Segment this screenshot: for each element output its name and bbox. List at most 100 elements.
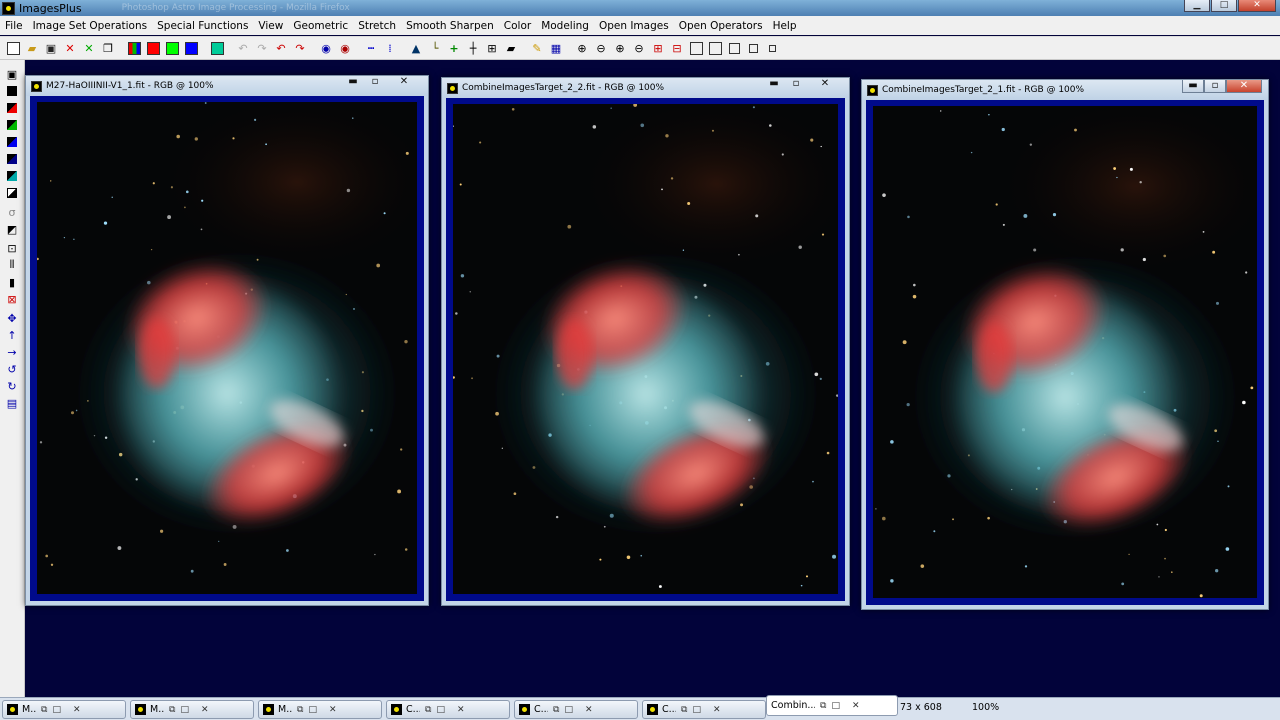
nebula-image[interactable] — [873, 106, 1257, 598]
levels-icon[interactable]: ⫴ — [4, 257, 20, 273]
restore-icon[interactable]: ⧉ — [41, 705, 47, 715]
image-minimize-button[interactable]: ▬ — [342, 76, 364, 89]
minimize-image-icon[interactable]: ⊟ — [668, 39, 686, 57]
restore-icon[interactable]: ⧉ — [169, 705, 175, 715]
green-channel-icon[interactable] — [163, 39, 181, 57]
maximize-icon[interactable]: □ — [831, 701, 840, 711]
restore-icon[interactable]: ⧉ — [297, 705, 303, 715]
menu-geometric[interactable]: Geometric — [288, 20, 353, 32]
menu-file[interactable]: File — [0, 20, 28, 32]
rgb-channels-icon[interactable] — [125, 39, 143, 57]
crop-icon[interactable]: ▤ — [4, 395, 20, 411]
close-icon[interactable]: ✕ — [713, 705, 721, 715]
green-black-icon[interactable] — [4, 117, 20, 133]
redo-all-icon[interactable]: ↷ — [291, 39, 309, 57]
close-icon[interactable]: ✕ — [585, 705, 593, 715]
maximize-icon[interactable]: □ — [564, 705, 573, 715]
menu-help[interactable]: Help — [768, 20, 802, 32]
restore-icon[interactable]: ⧉ — [820, 701, 826, 711]
image-window-title-bar[interactable]: CombineImagesTarget_2_1.fit - RGB @ 100%… — [862, 80, 1268, 100]
redo-icon[interactable]: ↷ — [253, 39, 271, 57]
close-icon[interactable]: ✕ — [73, 705, 81, 715]
red-black-icon[interactable] — [4, 100, 20, 116]
maximize-icon[interactable]: □ — [52, 705, 61, 715]
menu-image-set-operations[interactable]: Image Set Operations — [28, 20, 153, 32]
menu-open-operators[interactable]: Open Operators — [674, 20, 768, 32]
image-close-button[interactable]: ✕ — [807, 78, 843, 91]
zoom-actual-icon[interactable]: ⊖ — [630, 39, 648, 57]
menu-special-functions[interactable]: Special Functions — [152, 20, 253, 32]
minimized-window[interactable]: C... ⧉ □ ✕ — [386, 700, 510, 719]
black-bar-icon[interactable]: ▮ — [4, 274, 20, 290]
window-size-2-icon[interactable] — [706, 39, 724, 57]
menu-view[interactable]: View — [253, 20, 288, 32]
copy-icon[interactable]: ❐ — [99, 39, 117, 57]
image-window-1[interactable]: M27-HaOIIINII-V1_1.fit - RGB @ 100% ▬ ▫ … — [25, 75, 429, 606]
restore-icon[interactable]: ⧉ — [553, 705, 559, 715]
image-maximize-button[interactable]: ▫ — [785, 78, 807, 91]
maximize-icon[interactable]: □ — [692, 705, 701, 715]
new-file-icon[interactable] — [4, 39, 22, 57]
image-window-title-bar[interactable]: M27-HaOIIINII-V1_1.fit - RGB @ 100% ▬ ▫ … — [26, 76, 428, 96]
zoom-out-icon[interactable]: ⊖ — [592, 39, 610, 57]
image-maximize-button[interactable]: ▫ — [364, 76, 386, 89]
open-folder-icon[interactable]: ▰ — [23, 39, 41, 57]
camera-icon[interactable]: ▰ — [502, 39, 520, 57]
menu-color[interactable]: Color — [499, 20, 536, 32]
mark-icon[interactable]: ◉ — [317, 39, 335, 57]
image-close-button[interactable]: ✕ — [1226, 80, 1262, 93]
gamma-icon[interactable]: σ — [4, 204, 20, 220]
save-disk-icon[interactable]: ▣ — [42, 39, 60, 57]
curve-icon[interactable]: ◩ — [4, 221, 20, 237]
maximize-image-icon[interactable]: ⊞ — [649, 39, 667, 57]
grid-select-icon[interactable]: ⊞ — [483, 39, 501, 57]
minimized-window[interactable]: M... ⧉ □ ✕ — [258, 700, 382, 719]
white-black-icon[interactable] — [4, 185, 20, 201]
undo-all-icon[interactable]: ↶ — [272, 39, 290, 57]
menu-stretch[interactable]: Stretch — [353, 20, 401, 32]
close-icon[interactable]: ✕ — [457, 705, 465, 715]
navy-black-icon[interactable] — [4, 151, 20, 167]
select-rect-icon[interactable]: ⊠ — [4, 291, 20, 307]
image-close-button[interactable]: ✕ — [386, 76, 422, 89]
maximize-button[interactable]: □ — [1211, 0, 1237, 12]
arrow-right-icon[interactable]: → — [4, 344, 20, 360]
close-icon[interactable]: ✕ — [201, 705, 209, 715]
close-all-icon[interactable]: ✕ — [80, 39, 98, 57]
line-select-icon[interactable]: ┅ — [362, 39, 380, 57]
crosshair-icon[interactable]: ┼ — [464, 39, 482, 57]
image-window-2[interactable]: CombineImagesTarget_2_2.fit - RGB @ 100%… — [441, 77, 850, 606]
window-size-1-icon[interactable] — [687, 39, 705, 57]
minimize-button[interactable]: ▁ — [1184, 0, 1210, 12]
menu-smooth-sharpen[interactable]: Smooth Sharpen — [401, 20, 499, 32]
rotate-left-icon[interactable]: ↺ — [4, 361, 20, 377]
image-window-title-bar[interactable]: CombineImagesTarget_2_2.fit - RGB @ 100%… — [442, 78, 849, 98]
window-size-3-icon[interactable] — [725, 39, 743, 57]
axis-icon[interactable]: └ — [426, 39, 444, 57]
black-square-icon[interactable] — [4, 83, 20, 99]
minimized-window[interactable]: M... ⧉ □ ✕ — [2, 700, 126, 719]
minimized-window-active[interactable]: Combin... ⧉ □ ✕ — [766, 695, 898, 716]
close-icon[interactable]: ✕ — [852, 701, 860, 711]
window-size-4-icon[interactable] — [744, 39, 762, 57]
menu-modeling[interactable]: Modeling — [536, 20, 594, 32]
minimized-window[interactable]: C... ⧉ □ ✕ — [642, 700, 766, 719]
close-button[interactable]: ✕ — [1238, 0, 1276, 12]
image-minimize-button[interactable]: ▬ — [763, 78, 785, 91]
undo-icon[interactable]: ↶ — [234, 39, 252, 57]
histogram-icon[interactable]: ▲ — [407, 39, 425, 57]
unmark-icon[interactable]: ◉ — [336, 39, 354, 57]
blue-channel-icon[interactable] — [182, 39, 200, 57]
pencil-icon[interactable]: ✎ — [528, 39, 546, 57]
zoom-fit-icon[interactable]: ⊕ — [611, 39, 629, 57]
mosaic-icon[interactable]: ▦ — [547, 39, 565, 57]
teal-black-icon[interactable] — [4, 168, 20, 184]
maximize-icon[interactable]: □ — [308, 705, 317, 715]
restore-icon[interactable]: ⧉ — [425, 705, 431, 715]
restore-icon[interactable]: ⧉ — [681, 705, 687, 715]
luminance-icon[interactable] — [208, 39, 226, 57]
close-icon[interactable]: ✕ — [329, 705, 337, 715]
close-image-icon[interactable]: ✕ — [61, 39, 79, 57]
nebula-image[interactable] — [453, 104, 838, 594]
arrow-up-icon[interactable]: ↑ — [4, 327, 20, 343]
